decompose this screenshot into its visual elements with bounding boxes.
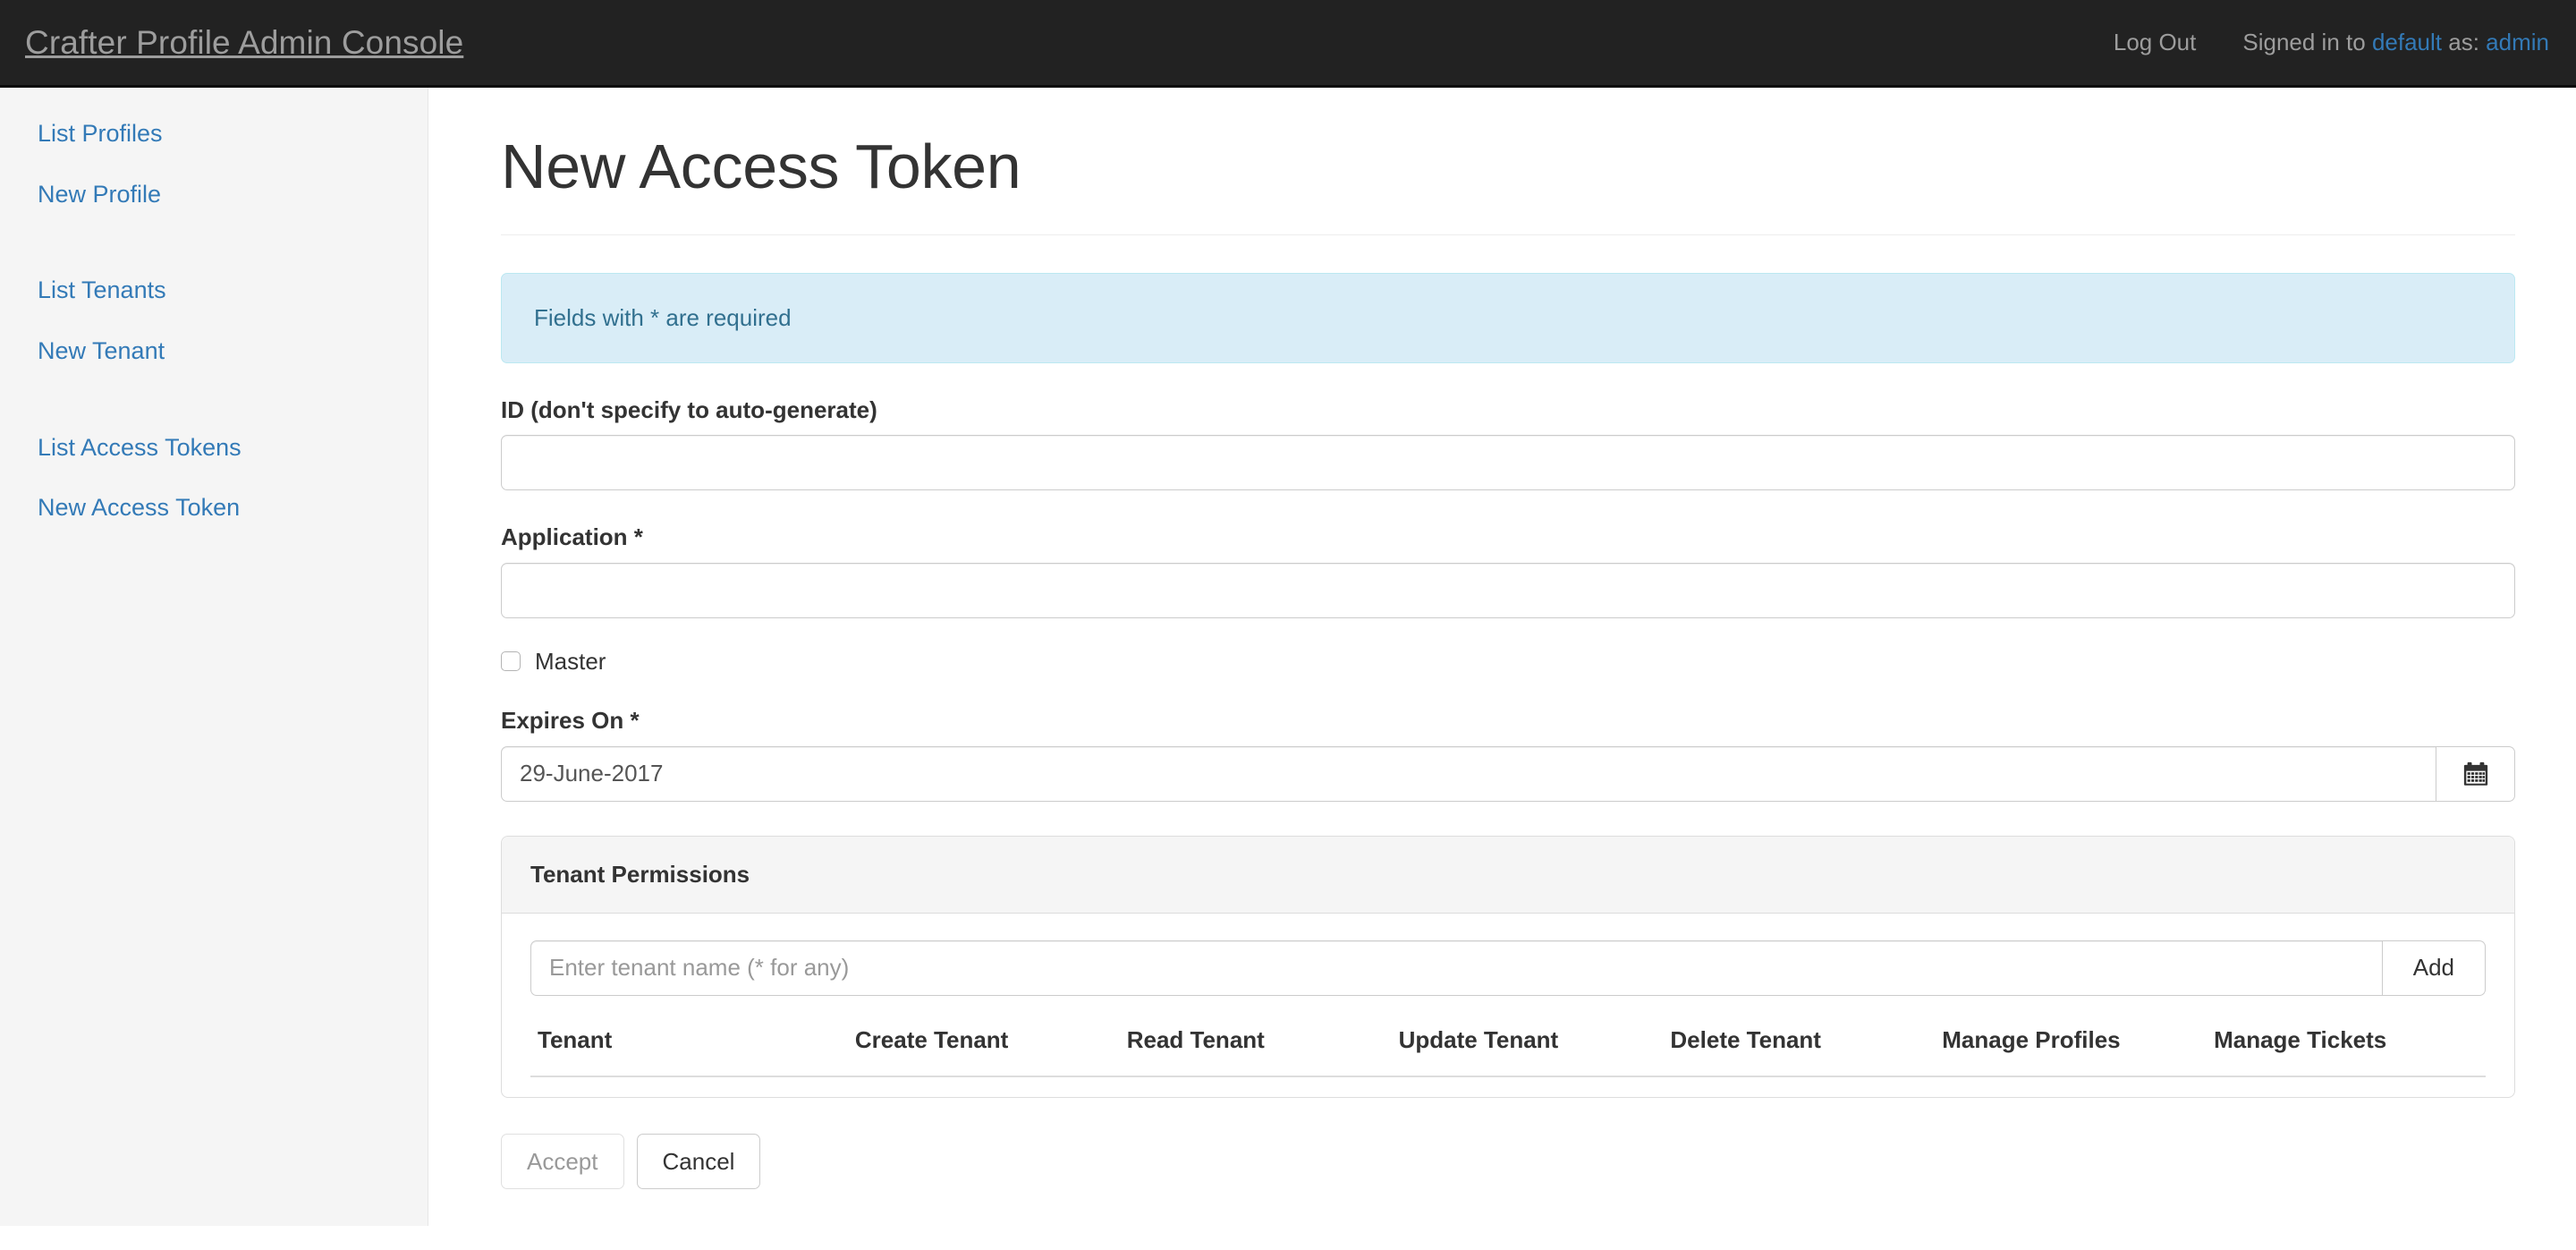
sidebar-link-list-profiles[interactable]: List Profiles xyxy=(0,104,428,165)
page-title: New Access Token xyxy=(501,132,1021,201)
tenant-name-input[interactable] xyxy=(530,940,2383,996)
expires-on-input[interactable] xyxy=(501,745,2436,802)
required-fields-alert: Fields with * are required xyxy=(501,273,2515,363)
add-tenant-button[interactable]: Add xyxy=(2382,940,2486,996)
table-header-row: Tenant Create Tenant Read Tenant Update … xyxy=(530,1025,2486,1077)
sidebar-item-new-access-token[interactable]: New Access Token xyxy=(0,478,428,539)
expires-on-input-group xyxy=(501,745,2515,802)
app-root: Crafter Profile Admin Console Log Out Si… xyxy=(0,0,2576,1250)
title-divider xyxy=(501,234,2515,235)
navbar-right-group: Log Out Signed in to default as: admin xyxy=(2114,29,2576,56)
sidebar-group-access-tokens: List Access Tokens New Access Token xyxy=(0,418,428,539)
sidebar-group-tenants: List Tenants New Tenant xyxy=(0,260,428,381)
calendar-icon xyxy=(2463,761,2487,786)
logout-link[interactable]: Log Out xyxy=(2114,29,2197,56)
application-input[interactable] xyxy=(501,562,2515,618)
column-header-tenant: Tenant xyxy=(530,1025,855,1077)
sidebar-link-new-access-token[interactable]: New Access Token xyxy=(0,478,428,539)
sidebar-item-list-tenants[interactable]: List Tenants xyxy=(0,260,428,321)
column-header-create-tenant: Create Tenant xyxy=(854,1025,1127,1077)
sidebar-group-profiles: List Profiles New Profile xyxy=(0,104,428,225)
sidebar-item-list-access-tokens[interactable]: List Access Tokens xyxy=(0,418,428,479)
column-header-update-tenant: Update Tenant xyxy=(1398,1025,1671,1077)
sidebar-link-list-tenants[interactable]: List Tenants xyxy=(0,260,428,321)
sidebar-link-new-tenant[interactable]: New Tenant xyxy=(0,321,428,382)
main-content: New Access Token Fields with * are requi… xyxy=(429,88,2576,1190)
id-form-group: ID (don't specify to auto-generate) xyxy=(501,395,2515,491)
tenant-permissions-panel: Tenant Permissions Add Tenant Create Ten… xyxy=(501,835,2515,1098)
form-actions: Accept Cancel xyxy=(501,1133,2515,1190)
application-form-group: Application * xyxy=(501,524,2515,618)
calendar-picker-button[interactable] xyxy=(2436,745,2515,802)
column-header-delete-tenant: Delete Tenant xyxy=(1670,1025,1943,1077)
sidebar-link-new-profile[interactable]: New Profile xyxy=(0,165,428,225)
master-checkbox-row[interactable]: Master xyxy=(501,649,2515,675)
sidebar-link-list-access-tokens[interactable]: List Access Tokens xyxy=(0,418,428,479)
accept-button[interactable]: Accept xyxy=(501,1133,624,1190)
sidebar-item-new-profile[interactable]: New Profile xyxy=(0,165,428,225)
user-link[interactable]: admin xyxy=(2486,29,2549,55)
expires-on-label: Expires On * xyxy=(501,707,640,735)
tenant-permissions-heading: Tenant Permissions xyxy=(502,836,2514,914)
expires-on-form-group: Expires On * xyxy=(501,708,2515,802)
column-header-read-tenant: Read Tenant xyxy=(1126,1025,1399,1077)
column-header-manage-tickets: Manage Tickets xyxy=(2214,1025,2486,1077)
tenant-permissions-body: Add Tenant Create Tenant Read Tenant Upd… xyxy=(502,914,2514,1097)
navbar-brand[interactable]: Crafter Profile Admin Console xyxy=(0,26,463,59)
tenant-add-input-group: Add xyxy=(530,940,2486,996)
id-label: ID (don't specify to auto-generate) xyxy=(501,395,877,423)
master-checkbox[interactable] xyxy=(501,651,521,672)
signed-in-status: Signed in to default as: admin xyxy=(2242,29,2549,56)
id-input[interactable] xyxy=(501,435,2515,491)
master-checkbox-label: Master xyxy=(535,647,606,675)
sidebar: List Profiles New Profile List Tenants N… xyxy=(0,88,428,1226)
signed-in-prefix: Signed in to xyxy=(2242,29,2366,55)
cancel-button[interactable]: Cancel xyxy=(636,1133,761,1190)
tenant-permissions-table-head: Tenant Create Tenant Read Tenant Update … xyxy=(530,1025,2486,1077)
as-label: as: xyxy=(2448,29,2479,55)
tenant-permissions-title: Tenant Permissions xyxy=(530,860,750,888)
tenant-link[interactable]: default xyxy=(2372,29,2442,55)
sidebar-item-list-profiles[interactable]: List Profiles xyxy=(0,104,428,165)
tenant-permissions-table: Tenant Create Tenant Read Tenant Update … xyxy=(530,1025,2486,1077)
top-navbar: Crafter Profile Admin Console Log Out Si… xyxy=(0,0,2576,88)
column-header-manage-profiles: Manage Profiles xyxy=(1942,1025,2215,1077)
sidebar-item-new-tenant[interactable]: New Tenant xyxy=(0,321,428,382)
application-label: Application * xyxy=(501,523,643,551)
